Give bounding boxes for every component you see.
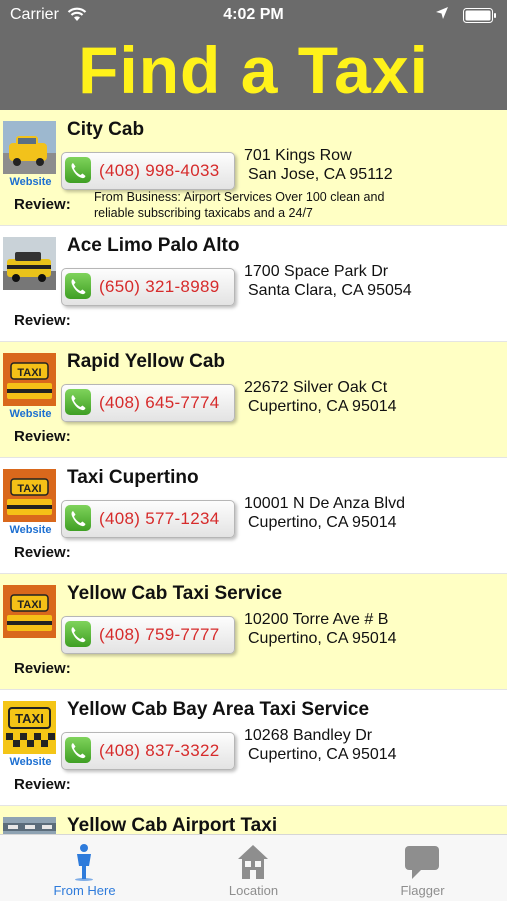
address: 10200 Torre Ave # B Cupertino, CA 95014 xyxy=(244,610,397,648)
phone-icon xyxy=(65,737,91,763)
website-link[interactable]: Website xyxy=(0,756,61,768)
list-item[interactable]: TAXI Website Taxi Cupertino (408) 577-12… xyxy=(0,458,507,574)
list-item[interactable]: TAXI Yellow Cab Taxi Service (408) 759-7… xyxy=(0,574,507,690)
call-button[interactable]: (408) 577-1234 xyxy=(61,500,235,538)
svg-text:TAXI: TAXI xyxy=(17,599,41,611)
tab-bar: From Here Location Flagger xyxy=(0,834,507,901)
house-icon xyxy=(238,845,268,879)
list-item[interactable]: TAXI Website Yellow Cab Bay Area Taxi Se… xyxy=(0,690,507,806)
call-button[interactable]: (408) 998-4033 xyxy=(61,152,235,190)
phone-number: (408) 759-7777 xyxy=(99,625,220,644)
phone-number: (408) 645-7774 xyxy=(99,393,220,412)
clock: 4:02 PM xyxy=(223,6,284,23)
address-city: Cupertino, CA 95014 xyxy=(248,746,397,763)
address: 701 Kings Row San Jose, CA 95112 xyxy=(244,146,393,184)
review-label: Review: xyxy=(14,312,71,329)
phone-icon xyxy=(65,157,91,183)
address-city: Cupertino, CA 95014 xyxy=(248,514,397,531)
address-street: 1700 Space Park Dr xyxy=(244,263,389,280)
listing-name: City Cab xyxy=(67,119,145,140)
website-link[interactable]: Website xyxy=(0,408,61,420)
call-button[interactable]: (408) 759-7777 xyxy=(61,616,235,654)
phone-icon xyxy=(65,621,91,647)
call-button[interactable]: (408) 645-7774 xyxy=(61,384,235,422)
location-arrow-icon xyxy=(435,6,449,25)
phone-icon xyxy=(65,505,91,531)
review-label: Review: xyxy=(14,544,71,561)
address: 10268 Bandley Dr Cupertino, CA 95014 xyxy=(244,726,397,764)
tab-label: Location xyxy=(228,883,279,898)
taxi-photo xyxy=(3,817,56,834)
person-icon xyxy=(75,844,93,881)
header-bar: Carrier 4:02 PM Find a Taxi xyxy=(0,0,507,110)
svg-text:TAXI: TAXI xyxy=(17,483,41,495)
review-label: Review: xyxy=(14,660,71,677)
phone-icon xyxy=(65,273,91,299)
listing-name: Ace Limo Palo Alto xyxy=(67,235,240,256)
taxi-photo xyxy=(3,237,56,290)
address-city: Cupertino, CA 95014 xyxy=(248,398,397,415)
call-button[interactable]: (408) 837-3322 xyxy=(61,732,235,770)
tab-location[interactable]: Location xyxy=(169,835,338,901)
listing-name: Yellow Cab Taxi Service xyxy=(67,583,283,604)
page-title: Find a Taxi xyxy=(78,33,429,107)
call-button[interactable]: (650) 321-8989 xyxy=(61,268,235,306)
phone-number: (408) 837-3322 xyxy=(99,741,220,760)
battery-icon xyxy=(463,8,497,23)
website-link[interactable]: Website xyxy=(0,524,61,536)
address-street: 701 Kings Row xyxy=(244,147,352,164)
taxi-photo xyxy=(3,121,56,174)
phone-icon xyxy=(65,389,91,415)
address: 1700 Space Park Dr Santa Clara, CA 95054 xyxy=(244,262,412,300)
address-street: 22672 Silver Oak Ct xyxy=(244,379,388,396)
tab-flagger[interactable]: Flagger xyxy=(338,835,507,901)
taxi-sign-photo: TAXI xyxy=(3,353,56,406)
tab-from-here[interactable]: From Here xyxy=(0,835,169,901)
address-city: Cupertino, CA 95014 xyxy=(248,630,397,647)
taxi-sign-photo: TAXI xyxy=(3,469,56,522)
taxi-sign-photo: TAXI xyxy=(3,585,56,638)
taxi-sign-photo: TAXI xyxy=(3,701,56,754)
list-item[interactable]: TAXI Website Rapid Yellow Cab (408) 645-… xyxy=(0,342,507,458)
phone-number: (408) 577-1234 xyxy=(99,509,220,528)
list-item[interactable]: Website City Cab (408) 998-4033 701 King… xyxy=(0,110,507,226)
status-bar: Carrier 4:02 PM xyxy=(0,0,507,30)
address-street: 10200 Torre Ave # B xyxy=(244,611,389,628)
address: 22672 Silver Oak Ct Cupertino, CA 95014 xyxy=(244,378,397,416)
review-label: Review: xyxy=(14,196,71,213)
phone-number: (650) 321-8989 xyxy=(99,277,220,296)
svg-text:TAXI: TAXI xyxy=(17,367,41,379)
address-city: Santa Clara, CA 95054 xyxy=(248,282,412,299)
svg-text:TAXI: TAXI xyxy=(15,711,44,726)
tab-label: Flagger xyxy=(400,883,445,898)
review-label: Review: xyxy=(14,428,71,445)
address-city: San Jose, CA 95112 xyxy=(248,166,393,183)
speech-bubble-icon xyxy=(405,846,439,879)
taxi-list[interactable]: Website City Cab (408) 998-4033 701 King… xyxy=(0,110,507,834)
list-item[interactable]: Yellow Cab Airport Taxi xyxy=(0,806,507,834)
listing-name: Rapid Yellow Cab xyxy=(67,351,226,372)
list-item[interactable]: Ace Limo Palo Alto (650) 321-8989 1700 S… xyxy=(0,226,507,342)
listing-name: Taxi Cupertino xyxy=(67,467,199,488)
review-label: Review: xyxy=(14,776,71,793)
phone-number: (408) 998-4033 xyxy=(99,161,220,180)
review-text: From Business: Airport Services Over 100… xyxy=(94,190,385,220)
address: 10001 N De Anza Blvd Cupertino, CA 95014 xyxy=(244,494,405,532)
tab-label: From Here xyxy=(53,883,116,898)
website-link[interactable]: Website xyxy=(0,176,61,188)
listing-name: Yellow Cab Airport Taxi xyxy=(67,815,278,834)
listing-name: Yellow Cab Bay Area Taxi Service xyxy=(67,699,370,720)
address-street: 10268 Bandley Dr xyxy=(244,727,373,744)
address-street: 10001 N De Anza Blvd xyxy=(244,495,405,512)
